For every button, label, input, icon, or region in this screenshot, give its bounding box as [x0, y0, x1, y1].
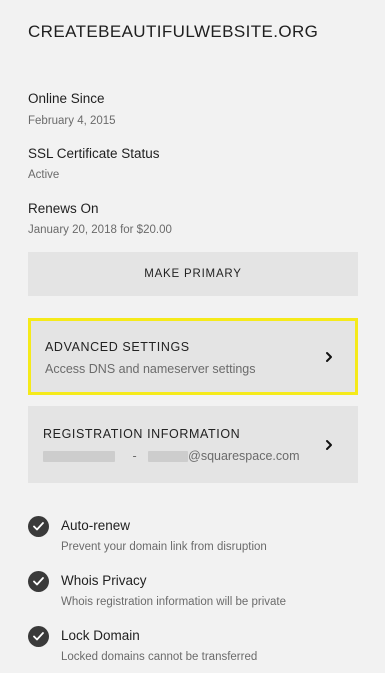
advanced-settings-title: ADVANCED SETTINGS: [45, 340, 190, 354]
feature-description: Prevent your domain link from disruption: [61, 541, 267, 553]
feature-description: Whois registration information will be p…: [61, 596, 286, 608]
redacted-email-user: [148, 451, 189, 463]
ssl-status-label: SSL Certificate Status: [28, 146, 160, 161]
feature-label: Lock Domain: [61, 628, 140, 643]
registration-information-title: REGISTRATION INFORMATION: [43, 427, 241, 441]
advanced-settings-subtitle: Access DNS and nameserver settings: [45, 362, 256, 376]
registration-contact: - @squarespace.com: [43, 449, 300, 463]
domain-title: CREATEBEAUTIFULWEBSITE.ORG: [28, 22, 319, 41]
chevron-right-icon: [326, 440, 332, 450]
online-since-value: February 4, 2015: [28, 115, 116, 127]
renews-on-label: Renews On: [28, 201, 99, 216]
check-icon[interactable]: [28, 516, 49, 537]
check-icon[interactable]: [28, 571, 49, 592]
feature-description: Locked domains cannot be transferred: [61, 651, 258, 663]
advanced-settings-card[interactable]: ADVANCED SETTINGS Access DNS and nameser…: [28, 318, 358, 395]
check-icon[interactable]: [28, 626, 49, 647]
redacted-name: [43, 451, 115, 463]
registration-information-card[interactable]: REGISTRATION INFORMATION - @squarespace.…: [28, 406, 358, 483]
feature-label: Whois Privacy: [61, 573, 147, 588]
online-since-label: Online Since: [28, 91, 105, 106]
ssl-status-value: Active: [28, 169, 60, 181]
feature-label: Auto-renew: [61, 518, 131, 533]
renews-on-value: January 20, 2018 for $20.00: [28, 224, 172, 236]
registration-email-domain: @squarespace.com: [188, 449, 300, 463]
chevron-right-icon: [326, 352, 332, 362]
make-primary-label: MAKE PRIMARY: [144, 268, 242, 280]
make-primary-button[interactable]: MAKE PRIMARY: [28, 252, 358, 296]
registration-separator: -: [132, 449, 137, 463]
